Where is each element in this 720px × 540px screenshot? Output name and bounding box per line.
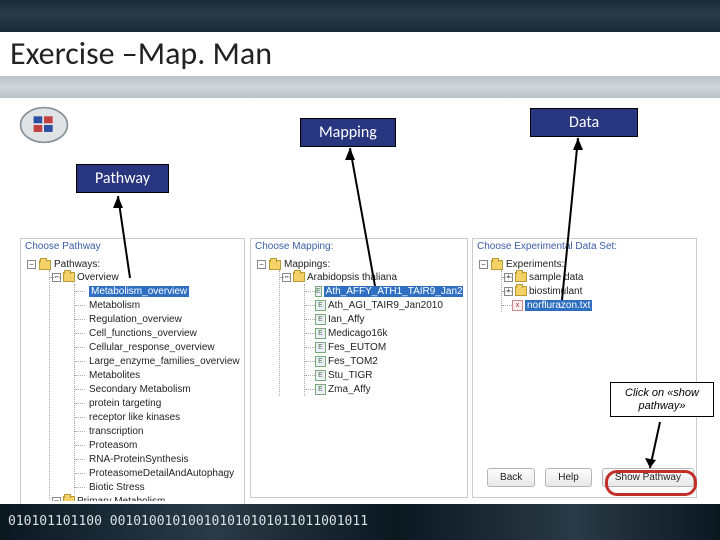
tree-item[interactable]: Proteasom [77,438,240,452]
tree-item[interactable]: Cell_functions_overview [77,326,240,340]
wizard-area: Choose Pathway − Pathways: − Overview [20,238,700,506]
folder-icon [63,496,75,501]
tree-item[interactable]: EMedicago16k [307,326,463,340]
tree-item[interactable]: ProteasomeDetailAndAutophagy [77,466,240,480]
tree-root-label: Mappings: [284,259,330,270]
chip-mapping: Mapping [300,118,396,147]
tree-item[interactable]: Cellular_response_overview [77,340,240,354]
folder-icon [269,260,281,270]
tree-root-label: Experiments: [506,259,564,270]
tree-item[interactable]: receptor like kinases [77,410,240,424]
callout-show-pathway: Click on «show pathway» [610,382,714,417]
decorative-subbar [0,76,720,98]
folder-icon [63,272,75,282]
folder-icon [491,260,503,270]
chip-data: Data [530,108,638,137]
panel-label: Choose Mapping: [255,241,333,252]
chip-pathway: Pathway [76,164,169,193]
panel-label: Choose Experimental Data Set: [477,241,617,252]
panel-choose-data: Choose Experimental Data Set: − Experime… [472,238,697,498]
tree-item[interactable]: protein targeting [77,396,240,410]
collapse-icon[interactable]: − [52,273,61,282]
decorative-top-bar [0,0,720,32]
tree-item[interactable]: transcription [77,424,240,438]
folder-icon [39,260,51,270]
tree-group[interactable]: − Overview [52,270,240,284]
tree-item[interactable]: Metabolism_overview [77,284,240,298]
tree-group[interactable]: − Arabidopsis thaliana [282,270,463,284]
folder-icon [293,272,305,282]
tree-folder[interactable]: +sample data [504,270,692,284]
tree-item[interactable]: xnorflurazon.txt [504,298,692,312]
collapse-icon[interactable]: − [257,260,266,269]
tree-item[interactable]: Large_enzyme_families_overview [77,354,240,368]
collapse-icon[interactable]: − [282,273,291,282]
tree-item[interactable]: EIan_Affy [307,312,463,326]
tree-group[interactable]: − Primary Metabolism [52,494,240,501]
tree-pathways[interactable]: − Pathways: − Overview Metabolism_overvi… [27,257,240,501]
highlight-ring [605,470,697,496]
collapse-icon[interactable]: − [479,260,488,269]
back-button[interactable]: Back [487,468,535,487]
tree-item[interactable]: EFes_EUTOM [307,340,463,354]
tree-item[interactable]: EFes_TOM2 [307,354,463,368]
tree-item[interactable]: EAth_AGI_TAIR9_Jan2010 [307,298,463,312]
mapman-logo [18,104,70,146]
tree-item[interactable]: Biotic Stress [77,480,240,494]
panel-label: Choose Pathway [25,241,101,252]
slide-title: Exercise –Map. Man [10,34,272,73]
tree-item[interactable]: Regulation_overview [77,312,240,326]
tree-item[interactable]: RNA-ProteinSynthesis [77,452,240,466]
help-button[interactable]: Help [545,468,592,487]
panel-choose-pathway: Choose Pathway − Pathways: − Overview [20,238,245,506]
tree-folder[interactable]: +biostimulant [504,284,692,298]
collapse-icon[interactable]: − [52,497,61,502]
panel-choose-mapping: Choose Mapping: − Mappings: − Arabidopsi… [250,238,468,498]
collapse-icon[interactable]: − [27,260,36,269]
tree-item[interactable]: EZma_Affy [307,382,463,396]
tree-root-label: Pathways: [54,259,100,270]
tree-experiments[interactable]: − Experiments: +sample data+biostimulant… [479,257,692,493]
decorative-bottom-bar: 010101101100 001010010100101010101011011… [0,504,720,540]
tree-item[interactable]: EAth_AFFY_ATH1_TAIR9_Jan2010 [307,284,463,298]
tree-item[interactable]: Metabolites [77,368,240,382]
tree-item[interactable]: Metabolism [77,298,240,312]
tree-mappings[interactable]: − Mappings: − Arabidopsis thaliana EAth_… [257,257,463,493]
tree-item[interactable]: EStu_TIGR [307,368,463,382]
tree-item[interactable]: Secondary Metabolism [77,382,240,396]
